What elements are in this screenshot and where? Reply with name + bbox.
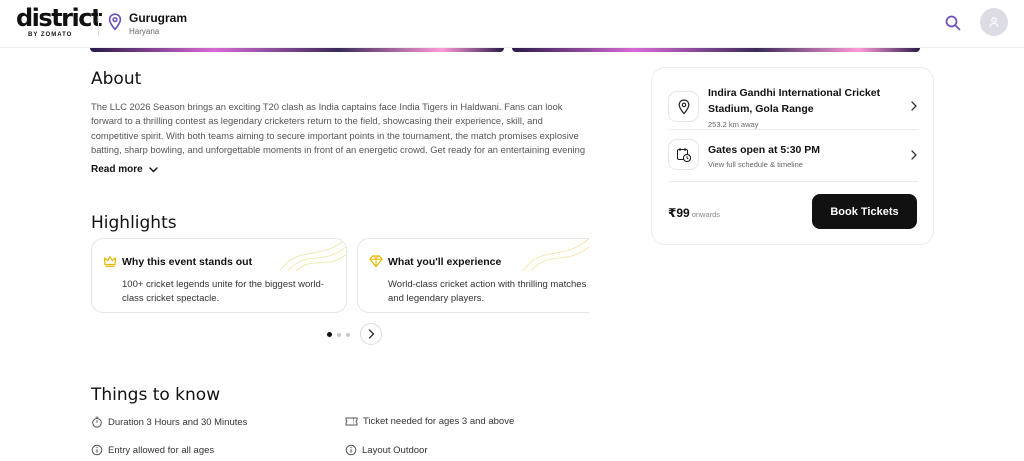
ticket-price: ₹99 onwards (668, 206, 720, 220)
gates-icon-box (668, 139, 699, 170)
highlight-card-text: 100+ cricket legends unite for the bigge… (122, 279, 324, 304)
highlight-card-text: World-class cricket action with thrillin… (388, 279, 587, 304)
ticket-icon (345, 417, 358, 426)
header-divider (98, 12, 99, 36)
venue-distance: 253.2 km away (708, 120, 759, 129)
search-icon[interactable] (944, 14, 962, 32)
highlight-card-title: Why this event stands out (122, 256, 253, 268)
know-item-layout: Layout Outdoor (345, 444, 428, 456)
calendar-clock-icon (676, 147, 691, 162)
info-icon (91, 444, 103, 456)
decorative-lines-icon (279, 239, 346, 272)
know-item-duration: Duration 3 Hours and 30 Minutes (91, 416, 247, 428)
panel-divider (668, 181, 918, 182)
venue-row[interactable]: Indira Gandhi International Cricket Stad… (668, 87, 918, 131)
know-item-text: Duration 3 Hours and 30 Minutes (108, 416, 248, 428)
district-logo[interactable]: district BY ZOMATO (16, 4, 102, 42)
know-item-text: Entry allowed for all ages (108, 444, 215, 456)
stopwatch-icon (92, 416, 102, 428)
venue-icon-box (668, 91, 699, 122)
user-avatar[interactable] (980, 8, 1008, 36)
location-pin-icon (678, 98, 689, 114)
logo-wordmark: district (16, 4, 102, 32)
know-item-ticket: Ticket needed for ages 3 and above (345, 416, 514, 427)
crown-icon (103, 255, 117, 267)
gates-subtitle: View full schedule & timeline (708, 160, 803, 169)
carousel-pagination (327, 332, 350, 337)
diamond-icon (369, 255, 383, 268)
price-value: ₹99 (668, 206, 690, 220)
chevron-right-icon (911, 150, 917, 160)
highlight-card-title: What you'll experience (388, 256, 502, 268)
read-more-button[interactable]: Read more (91, 164, 158, 175)
chevron-right-icon (911, 101, 917, 111)
chevron-down-icon (148, 166, 158, 172)
gates-row[interactable]: Gates open at 5:30 PM View full schedule… (668, 139, 918, 171)
highlights-heading: Highlights (91, 213, 177, 233)
top-nav-bar: district BY ZOMATO Gurugram Haryana (0, 0, 1024, 48)
carousel-dot-active[interactable] (327, 332, 332, 337)
booking-panel: Indira Gandhi International Cricket Stad… (651, 67, 934, 245)
know-item-text: Layout Outdoor (362, 444, 428, 456)
user-icon (989, 17, 999, 28)
carousel-next-button[interactable] (360, 323, 382, 345)
info-icon (345, 444, 357, 456)
location-pin-icon[interactable] (107, 13, 123, 31)
decorative-lines-icon (522, 239, 589, 272)
venue-name: Indira Gandhi International Cricket Stad… (708, 87, 881, 115)
highlight-card[interactable]: Why this event stands out 100+ cricket l… (91, 238, 347, 313)
price-suffix: onwards (691, 210, 721, 219)
about-description: The LLC 2026 Season brings an exciting T… (91, 101, 586, 156)
location-city[interactable]: Gurugram (129, 11, 187, 25)
chevron-right-icon (368, 329, 374, 339)
carousel-dot[interactable] (337, 332, 341, 337)
location-state[interactable]: Haryana (129, 27, 159, 36)
event-banner-image[interactable] (512, 48, 920, 52)
event-banner-image[interactable] (90, 48, 504, 52)
know-item-text: Ticket needed for ages 3 and above (363, 416, 515, 427)
gates-title: Gates open at 5:30 PM (708, 144, 821, 156)
highlight-card[interactable]: What you'll experience World-class crick… (357, 238, 589, 313)
know-item-age: Entry allowed for all ages (91, 444, 214, 456)
things-to-know-heading: Things to know (91, 385, 221, 405)
book-tickets-button[interactable]: Book Tickets (812, 194, 917, 229)
carousel-dot[interactable] (346, 332, 350, 337)
panel-divider (668, 129, 918, 130)
read-more-label: Read more (91, 164, 143, 175)
about-heading: About (91, 69, 142, 89)
